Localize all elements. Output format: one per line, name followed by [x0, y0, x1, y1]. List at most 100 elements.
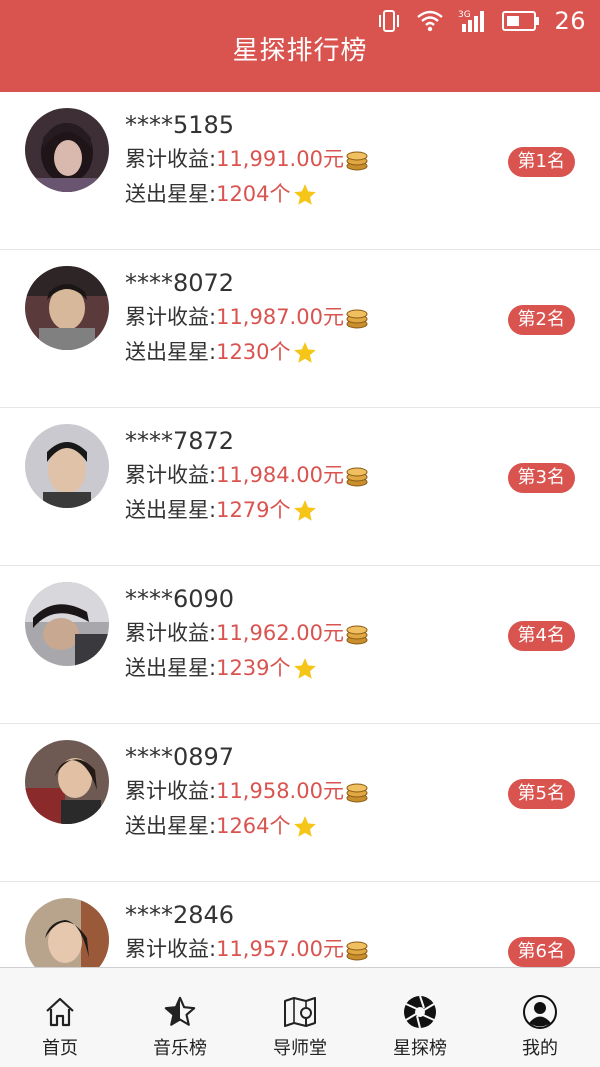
earnings-line: 累计收益: 11,962.00 元: [125, 616, 369, 651]
stars-line: 送出星星: 1279 个: [125, 493, 369, 528]
entry-info: ****2846 累计收益: 11,957.00 元: [125, 898, 369, 967]
currency-suffix: 元: [322, 621, 344, 645]
avatar[interactable]: [25, 266, 109, 350]
earnings-line: 累计收益: 11,958.00 元: [125, 774, 369, 809]
coin-stack-icon: [345, 939, 369, 961]
stars-label: 送出星星:: [125, 498, 217, 522]
avatar[interactable]: [25, 424, 109, 508]
user-id: ****8072: [125, 269, 235, 297]
coin-stack-icon: [345, 465, 369, 487]
user-id: ****2846: [125, 901, 235, 929]
ranking-row[interactable]: ****7872 累计收益: 11,984.00 元 送出星星: 1279 个 …: [0, 408, 600, 566]
header-bar: 3G 26 星探排行榜: [0, 0, 600, 92]
currency-suffix: 元: [322, 147, 344, 171]
rank-badge: 第5名: [507, 779, 575, 809]
currency-suffix: 元: [322, 779, 344, 803]
entry-info: ****7872 累计收益: 11,984.00 元 送出星星: 1279 个: [125, 424, 369, 528]
entry-info: ****0897 累计收益: 11,958.00 元 送出星星: 1264 个: [125, 740, 369, 844]
tab-home[interactable]: 首页: [0, 968, 120, 1067]
bottom-tab-bar: 首页 音乐榜 导师堂 星探榜 我的: [0, 967, 600, 1067]
earnings-label: 累计收益:: [125, 305, 217, 329]
stars-value: 1264: [216, 814, 270, 838]
earnings-value: 11,957.00: [216, 937, 323, 961]
earnings-value: 11,984.00: [216, 463, 323, 487]
user-id: ****5185: [125, 111, 235, 139]
stars-value: 1279: [216, 498, 270, 522]
app-screen: 3G 26 星探排行榜 ****5185 累计收益: 11,991.00 元 送…: [0, 0, 600, 1067]
ranking-row[interactable]: ****2846 累计收益: 11,957.00 元 第6名: [0, 882, 600, 967]
map-pin-icon: [282, 994, 318, 1030]
coin-stack-icon: [345, 781, 369, 803]
stars-value: 1239: [216, 656, 270, 680]
tab-mentors[interactable]: 导师堂: [240, 968, 360, 1067]
coin-stack-icon: [345, 149, 369, 171]
entry-info: ****5185 累计收益: 11,991.00 元 送出星星: 1204 个: [125, 108, 369, 212]
tab-music-chart[interactable]: 音乐榜: [120, 968, 240, 1067]
entry-info: ****8072 累计收益: 11,987.00 元 送出星星: 1230 个: [125, 266, 369, 370]
tab-label: 音乐榜: [153, 1038, 207, 1059]
star-outline-icon: [162, 994, 198, 1030]
home-icon: [43, 994, 77, 1030]
tab-label: 导师堂: [273, 1038, 327, 1059]
earnings-value: 11,991.00: [216, 147, 323, 171]
ranking-row[interactable]: ****8072 累计收益: 11,987.00 元 送出星星: 1230 个 …: [0, 250, 600, 408]
ranking-row[interactable]: ****5185 累计收益: 11,991.00 元 送出星星: 1204 个 …: [0, 92, 600, 250]
user-id: ****6090: [125, 585, 235, 613]
star-icon: [292, 340, 318, 366]
earnings-line: 累计收益: 11,984.00 元: [125, 458, 369, 493]
star-icon: [292, 814, 318, 840]
star-icon: [292, 656, 318, 682]
count-suffix: 个: [269, 182, 291, 206]
currency-suffix: 元: [322, 305, 344, 329]
aperture-icon: [402, 994, 438, 1030]
ranking-list[interactable]: ****5185 累计收益: 11,991.00 元 送出星星: 1204 个 …: [0, 92, 600, 967]
earnings-value: 11,962.00: [216, 621, 323, 645]
avatar[interactable]: [25, 582, 109, 666]
count-suffix: 个: [269, 498, 291, 522]
avatar[interactable]: [25, 108, 109, 192]
avatar[interactable]: [25, 740, 109, 824]
rank-badge: 第4名: [507, 621, 575, 651]
tab-label: 首页: [42, 1038, 78, 1059]
currency-suffix: 元: [322, 937, 344, 961]
tab-label: 我的: [522, 1038, 558, 1059]
coin-stack-icon: [345, 307, 369, 329]
stars-value: 1204: [216, 182, 270, 206]
stars-label: 送出星星:: [125, 656, 217, 680]
count-suffix: 个: [269, 340, 291, 364]
tab-label: 星探榜: [393, 1038, 447, 1059]
user-id: ****7872: [125, 427, 235, 455]
earnings-label: 累计收益:: [125, 937, 217, 961]
rank-badge: 第1名: [507, 147, 575, 177]
earnings-value: 11,958.00: [216, 779, 323, 803]
page-title: 星探排行榜: [232, 36, 368, 66]
avatar[interactable]: [25, 898, 109, 967]
stars-label: 送出星星:: [125, 340, 217, 364]
earnings-label: 累计收益:: [125, 779, 217, 803]
count-suffix: 个: [269, 814, 291, 838]
stars-line: 送出星星: 1204 个: [125, 177, 369, 212]
rank-badge: 第2名: [507, 305, 575, 335]
earnings-line: 累计收益: 11,987.00 元: [125, 300, 369, 335]
earnings-line: 累计收益: 11,957.00 元: [125, 932, 369, 967]
stars-value: 1230: [216, 340, 270, 364]
ranking-row[interactable]: ****0897 累计收益: 11,958.00 元 送出星星: 1264 个 …: [0, 724, 600, 882]
earnings-label: 累计收益:: [125, 621, 217, 645]
count-suffix: 个: [269, 656, 291, 680]
entry-info: ****6090 累计收益: 11,962.00 元 送出星星: 1239 个: [125, 582, 369, 686]
tab-talent-scout[interactable]: 星探榜: [360, 968, 480, 1067]
ranking-row[interactable]: ****6090 累计收益: 11,962.00 元 送出星星: 1239 个 …: [0, 566, 600, 724]
tab-me[interactable]: 我的: [480, 968, 600, 1067]
coin-stack-icon: [345, 623, 369, 645]
stars-line: 送出星星: 1264 个: [125, 809, 369, 844]
earnings-line: 累计收益: 11,991.00 元: [125, 142, 369, 177]
rank-badge: 第6名: [507, 937, 575, 967]
svg-text:3G: 3G: [458, 10, 471, 20]
stars-line: 送出星星: 1230 个: [125, 335, 369, 370]
earnings-value: 11,987.00: [216, 305, 323, 329]
earnings-label: 累计收益:: [125, 147, 217, 171]
stars-line: 送出星星: 1239 个: [125, 651, 369, 686]
star-icon: [292, 498, 318, 524]
user-icon: [522, 994, 558, 1030]
currency-suffix: 元: [322, 463, 344, 487]
